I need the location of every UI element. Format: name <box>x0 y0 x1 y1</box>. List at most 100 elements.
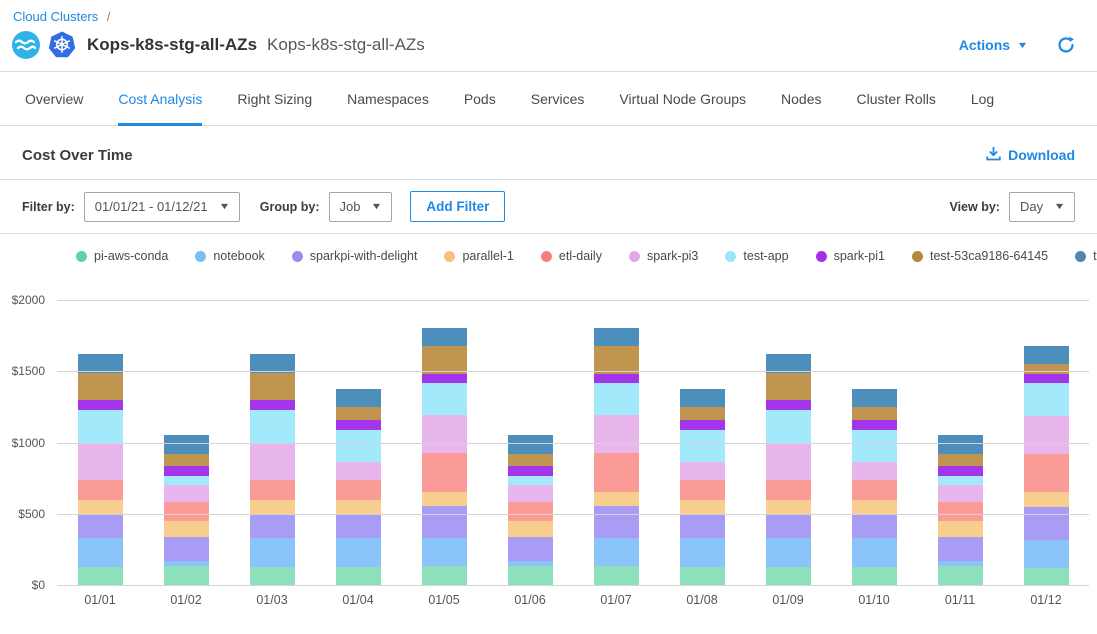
bar-segment-test-app <box>766 410 811 443</box>
bar-segment-pi-aws-conda <box>78 567 123 585</box>
bar-segment-test-53ca9186-64145 <box>164 454 209 466</box>
legend-item-sparkpi-with-delight[interactable]: sparkpi-with-delight <box>292 249 418 263</box>
bar-segment-test-pkix <box>938 435 983 454</box>
bar-segment-etl-daily <box>164 502 209 521</box>
y-axis-tick--1500: $1500 <box>0 364 45 378</box>
bar-segment-sparkpi-with-delight <box>164 537 209 561</box>
tab-namespaces[interactable]: Namespaces <box>347 72 429 126</box>
bar-segment-etl-daily <box>336 480 381 499</box>
y-axis-tick--2000: $2000 <box>0 293 45 307</box>
legend-item-test-app[interactable]: test-app <box>725 249 788 263</box>
bar-segment-test-53ca9186-64145 <box>594 346 639 374</box>
bar-segment-sparkpi-with-delight <box>336 514 381 538</box>
legend-dot-spark-pi3 <box>629 251 640 262</box>
tab-log[interactable]: Log <box>971 72 994 126</box>
legend-label: test-pkix <box>1093 249 1097 263</box>
legend-dot-spark-pi1 <box>816 251 827 262</box>
x-axis-tick-01-08: 01/08 <box>659 593 745 607</box>
bar-segment-pi-aws-conda <box>766 567 811 585</box>
bar-segment-pi-aws-conda <box>938 566 983 585</box>
bar-segment-spark-pi3 <box>766 443 811 481</box>
legend-item-spark-pi3[interactable]: spark-pi3 <box>629 249 698 263</box>
view-by-dropdown[interactable]: Day ▼ <box>1009 192 1075 222</box>
legend-item-pi-aws-conda[interactable]: pi-aws-conda <box>76 249 168 263</box>
bar-segment-parallel-1 <box>422 492 467 506</box>
date-range-dropdown[interactable]: 01/01/21 - 01/12/21 ▼ <box>84 192 240 222</box>
bar-segment-notebook <box>336 538 381 567</box>
bar-segment-test-53ca9186-64145 <box>852 407 897 421</box>
legend-dot-notebook <box>195 251 206 262</box>
x-axis-tick-01-11: 01/11 <box>917 593 1003 607</box>
gridline <box>57 514 1089 515</box>
plot-area <box>57 300 1089 585</box>
section-header: Cost Over Time Download <box>0 126 1097 179</box>
legend-item-parallel-1[interactable]: parallel-1 <box>444 249 513 263</box>
bar-segment-test-app <box>336 430 381 462</box>
bar-segment-spark-pi3 <box>508 485 553 501</box>
bar-segment-test-pkix <box>508 435 553 454</box>
bar-segment-test-pkix <box>336 389 381 407</box>
breadcrumb-link-cloud-clusters[interactable]: Cloud Clusters <box>13 9 98 24</box>
tab-nodes[interactable]: Nodes <box>781 72 821 126</box>
bar-segment-test-app <box>594 383 639 415</box>
bar-segment-sparkpi-with-delight <box>508 537 553 561</box>
tab-pods[interactable]: Pods <box>464 72 496 126</box>
tab-right-sizing[interactable]: Right Sizing <box>237 72 312 126</box>
group-by-dropdown[interactable]: Job ▼ <box>329 192 393 222</box>
bar-segment-test-pkix <box>594 328 639 347</box>
bar-segment-test-app <box>164 476 209 485</box>
x-axis-tick-01-07: 01/07 <box>573 593 659 607</box>
actions-button[interactable]: Actions ▼ <box>959 37 1027 53</box>
legend-label: pi-aws-conda <box>94 249 168 263</box>
legend-item-spark-pi1[interactable]: spark-pi1 <box>816 249 885 263</box>
bar-segment-notebook <box>250 538 295 567</box>
bar-segment-spark-pi3 <box>78 443 123 481</box>
legend-item-etl-daily[interactable]: etl-daily <box>541 249 602 263</box>
group-by-value: Job <box>340 199 361 214</box>
section-title: Cost Over Time <box>22 147 133 164</box>
bar-segment-parallel-1 <box>1024 492 1069 507</box>
tab-cost-analysis[interactable]: Cost Analysis <box>118 72 202 126</box>
x-axis-tick-01-03: 01/03 <box>229 593 315 607</box>
legend-item-test-pkix[interactable]: test-pkix <box>1075 249 1097 263</box>
add-filter-button[interactable]: Add Filter <box>410 191 505 222</box>
legend-item-notebook[interactable]: notebook <box>195 249 264 263</box>
gridline <box>57 371 1089 372</box>
download-button[interactable]: Download <box>986 146 1075 164</box>
chevron-down-icon: ▼ <box>1017 41 1029 50</box>
bar-segment-spark-pi3 <box>938 485 983 501</box>
refresh-button[interactable] <box>1057 36 1075 54</box>
bar-segment-notebook <box>680 538 725 567</box>
bar-segment-parallel-1 <box>852 500 897 514</box>
legend-label: test-53ca9186-64145 <box>930 249 1048 263</box>
download-icon <box>986 146 1001 164</box>
x-axis-tick-01-12: 01/12 <box>1003 593 1089 607</box>
page-subtitle: Kops-k8s-stg-all-AZs <box>267 35 425 55</box>
legend-label: test-app <box>743 249 788 263</box>
bar-segment-test-pkix <box>422 328 467 347</box>
tab-virtual-node-groups[interactable]: Virtual Node Groups <box>619 72 746 126</box>
filter-by-label: Filter by: <box>22 200 75 214</box>
bar-segment-parallel-1 <box>938 521 983 537</box>
tab-overview[interactable]: Overview <box>25 72 83 126</box>
bar-segment-test-53ca9186-64145 <box>766 373 811 400</box>
bar-segment-test-app <box>938 476 983 485</box>
y-axis-tick--1000: $1000 <box>0 436 45 450</box>
bar-segment-etl-daily <box>680 480 725 499</box>
legend-dot-sparkpi-with-delight <box>292 251 303 262</box>
tab-bar: Overview Cost Analysis Right Sizing Namespa… <box>0 72 1097 126</box>
bar-segment-pi-aws-conda <box>852 567 897 585</box>
legend-item-test-53ca9186-64145[interactable]: test-53ca9186-64145 <box>912 249 1048 263</box>
bar-segment-pi-aws-conda <box>250 567 295 585</box>
bar-segment-spark-pi3 <box>852 462 897 481</box>
download-label: Download <box>1008 147 1075 163</box>
date-range-value: 01/01/21 - 01/12/21 <box>95 199 208 214</box>
chevron-down-icon: ▼ <box>371 202 383 211</box>
tab-services[interactable]: Services <box>531 72 585 126</box>
bar-segment-spark-pi1 <box>78 400 123 410</box>
bar-segment-test-53ca9186-64145 <box>680 407 725 421</box>
tab-cluster-rolls[interactable]: Cluster Rolls <box>856 72 935 126</box>
gridline <box>57 585 1089 586</box>
bar-segment-spark-pi1 <box>594 374 639 383</box>
bar-segment-test-pkix <box>1024 346 1069 364</box>
